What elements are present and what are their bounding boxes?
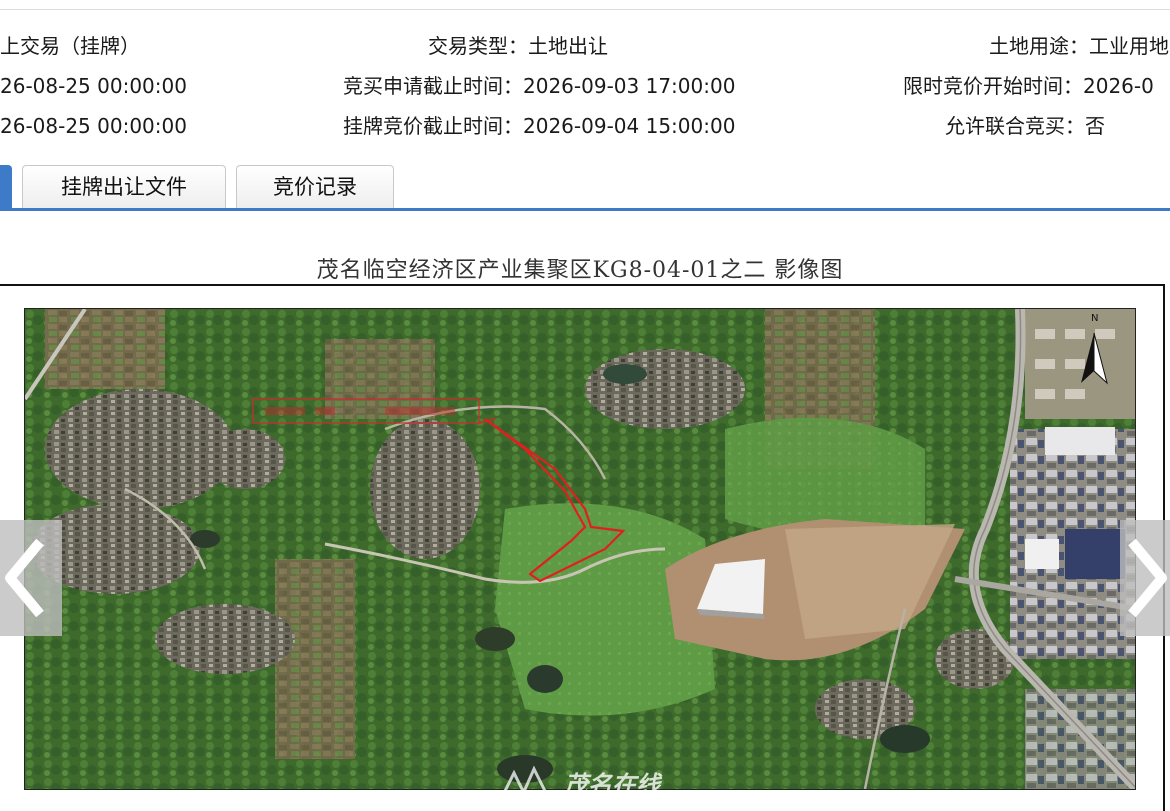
satellite-image: N — [24, 308, 1136, 790]
trade-type-label: 交易类型： — [428, 34, 528, 58]
watermark-logo-icon — [495, 765, 555, 807]
joint-bidding-field: 允许联合竞买：否 — [945, 112, 1105, 140]
watermark-url: WWW.GDMM.COM — [574, 795, 675, 808]
application-deadline-field: 竞买申请截止时间：2026-09-03 17:00:00 — [343, 72, 735, 100]
trade-type-value: 土地出让 — [528, 34, 608, 58]
trade-type-field: 交易类型：土地出让 — [428, 32, 608, 60]
top-divider — [0, 9, 1170, 10]
timed-bidding-start-label: 限时竞价开始时间： — [903, 74, 1083, 98]
chevron-right-icon — [1128, 538, 1167, 618]
chevron-left-icon — [5, 538, 44, 618]
application-deadline-label: 竞买申请截止时间： — [343, 74, 523, 98]
listing-deadline-label: 挂牌竞价截止时间： — [343, 114, 523, 138]
next-image-button[interactable] — [1120, 520, 1170, 636]
listing-deadline-value: 2026-09-04 15:00:00 — [523, 114, 736, 138]
tab-bar-underline — [0, 208, 1170, 211]
trade-method-value: 上交易（挂牌） — [0, 34, 140, 58]
listing-start-value: 26-08-25 00:00:00 — [0, 114, 187, 138]
tab-active-edge[interactable] — [0, 165, 12, 209]
tab-listing-documents[interactable]: 挂牌出让文件 — [22, 165, 226, 208]
land-use-label: 土地用途： — [989, 34, 1089, 58]
listing-deadline-field: 挂牌竞价截止时间：2026-09-04 15:00:00 — [343, 112, 735, 140]
north-label: N — [1091, 313, 1098, 324]
announcement-start-value: 26-08-25 00:00:00 — [0, 74, 187, 98]
timed-bidding-start-field: 限时竞价开始时间：2026-0 — [903, 72, 1154, 100]
application-deadline-value: 2026-09-03 17:00:00 — [523, 74, 736, 98]
tab-bidding-records[interactable]: 竞价记录 — [236, 165, 394, 208]
land-use-field: 土地用途：工业用地 — [989, 32, 1169, 60]
map-title: 茂名临空经济区产业集聚区KG8-04-01之二 影像图 — [316, 258, 844, 283]
joint-bidding-label: 允许联合竞买： — [945, 114, 1085, 138]
land-trade-detail-page: 上交易（挂牌） 交易类型：土地出让 土地用途：工业用地 26-08-25 00:… — [0, 0, 1170, 811]
prev-image-button[interactable] — [0, 520, 62, 636]
satellite-image-graphic: N — [25, 309, 1135, 789]
timed-bidding-start-value: 2026-0 — [1083, 74, 1154, 98]
joint-bidding-value: 否 — [1085, 114, 1105, 138]
site-watermark: 茂名在线 WWW.GDMM.COM — [492, 765, 692, 809]
land-use-value: 工业用地 — [1089, 34, 1169, 58]
